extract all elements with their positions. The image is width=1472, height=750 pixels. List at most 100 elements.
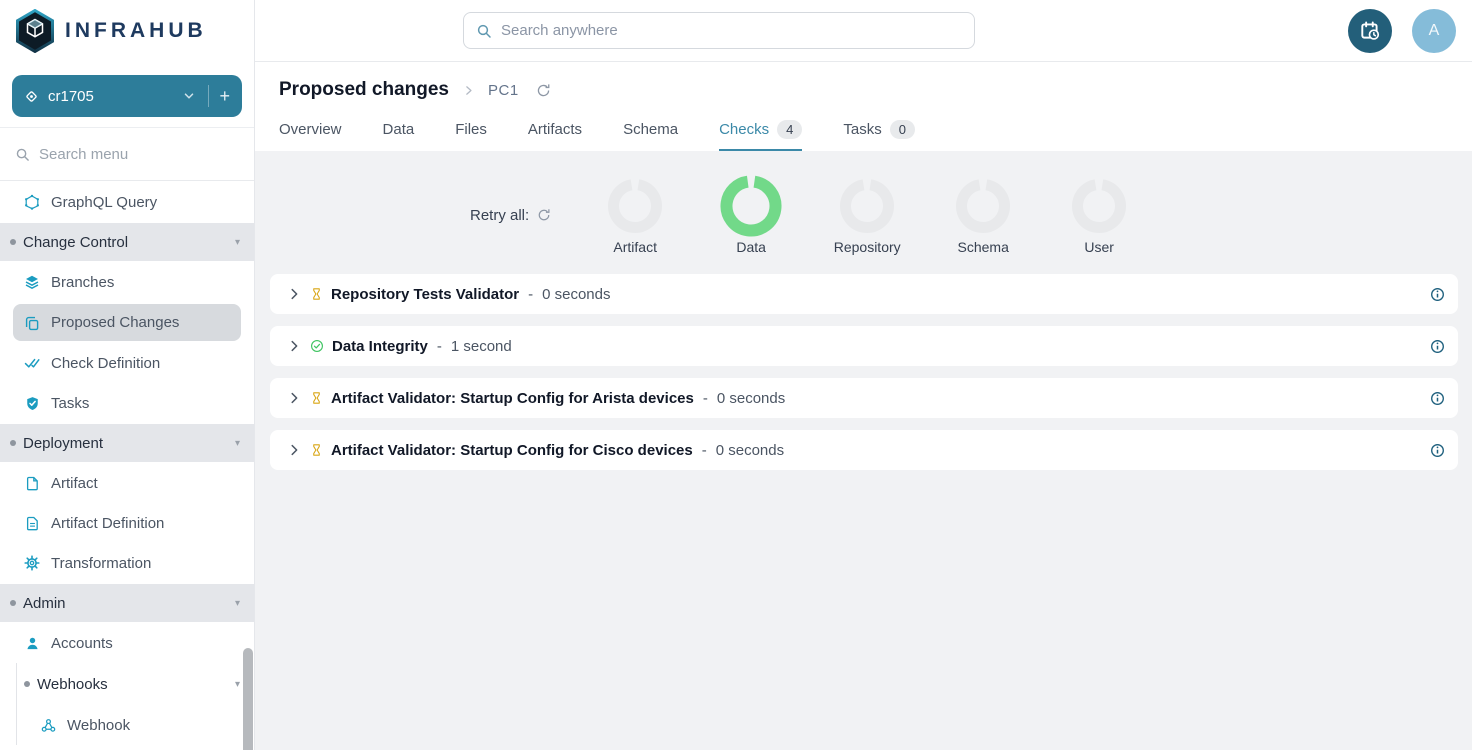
hourglass-icon: [310, 443, 323, 457]
tab-data[interactable]: Data: [383, 110, 415, 151]
ring-data[interactable]: Data: [693, 175, 809, 255]
sidebar-item-label: Transformation: [51, 555, 151, 572]
menu-search-input[interactable]: [39, 146, 219, 163]
brand-logo[interactable]: INFRAHUB: [0, 0, 254, 62]
sidebar-item-webhook[interactable]: Webhook: [17, 705, 254, 745]
progress-ring-icon: [604, 175, 666, 237]
branch-icon: [24, 89, 39, 104]
sidebar-subsection-webhooks[interactable]: Webhooks ▾: [17, 663, 254, 705]
caret-down-icon: ▾: [235, 438, 240, 449]
progress-ring-icon: [1068, 175, 1130, 237]
check-circle-icon: [310, 339, 324, 353]
tab-tasks[interactable]: Tasks 0: [843, 110, 915, 151]
validator-row-artifact-cisco[interactable]: Artifact Validator: Startup Config for C…: [270, 430, 1458, 470]
section-label: Deployment: [23, 435, 103, 452]
tab-schema[interactable]: Schema: [623, 110, 678, 151]
checks-panel: Retry all: Artifact: [255, 151, 1472, 750]
tasks-count-badge: 0: [890, 120, 915, 139]
breadcrumb-current: PC1: [488, 82, 519, 99]
validator-row-data-integrity[interactable]: Data Integrity - 1 second: [270, 326, 1458, 366]
progress-ring-icon: [836, 175, 898, 237]
caret-down-icon: ▾: [235, 679, 240, 690]
global-search-input[interactable]: [501, 22, 962, 39]
refresh-icon[interactable]: [536, 83, 551, 98]
global-search[interactable]: [463, 12, 975, 49]
sidebar-section-change-control[interactable]: Change Control ▾: [0, 223, 254, 261]
document-icon: [24, 476, 40, 491]
info-icon[interactable]: [1430, 391, 1445, 406]
document-lines-icon: [24, 516, 40, 531]
shield-check-icon: [24, 396, 40, 411]
sidebar-item-label: Branches: [51, 274, 114, 291]
retry-all-row: Retry all: Artifact: [270, 175, 1458, 255]
chevron-right-icon[interactable]: [287, 339, 301, 353]
section-bullet-icon: [10, 239, 16, 245]
sidebar-item-label: Artifact Definition: [51, 515, 164, 532]
retry-all: Retry all:: [470, 207, 551, 224]
branch-name: cr1705: [48, 88, 182, 105]
sidebar-item-graphql-query[interactable]: GraphQL Query: [0, 182, 254, 222]
tab-overview[interactable]: Overview: [279, 110, 342, 151]
sidebar-item-label: Webhook: [67, 717, 130, 734]
tab-checks[interactable]: Checks 4: [719, 110, 802, 151]
user-avatar[interactable]: A: [1412, 9, 1456, 53]
tab-files[interactable]: Files: [455, 110, 487, 151]
double-check-icon: [24, 355, 40, 371]
branch-selector[interactable]: cr1705 +: [12, 75, 242, 117]
chevron-right-icon[interactable]: [287, 443, 301, 457]
sidebar-item-tasks[interactable]: Tasks: [0, 383, 254, 423]
sidebar-scrollbar[interactable]: [243, 648, 253, 750]
breadcrumb: Proposed changes PC1: [255, 62, 1472, 101]
hourglass-icon: [310, 391, 323, 405]
infrahub-hexagon-logo-icon: [15, 9, 55, 53]
sidebar-section-admin[interactable]: Admin ▾: [0, 584, 254, 622]
ring-schema[interactable]: Schema: [925, 175, 1041, 255]
chevron-right-icon[interactable]: [287, 391, 301, 405]
ring-artifact[interactable]: Artifact: [577, 175, 693, 255]
graphql-icon: [24, 194, 40, 210]
ring-repository[interactable]: Repository: [809, 175, 925, 255]
validator-row-artifact-arista[interactable]: Artifact Validator: Startup Config for A…: [270, 378, 1458, 418]
chevron-down-icon[interactable]: [182, 89, 196, 103]
gear-icon: [24, 555, 40, 571]
tab-artifacts[interactable]: Artifacts: [528, 110, 582, 151]
page-title: Proposed changes: [279, 79, 449, 101]
sidebar-item-check-definition[interactable]: Check Definition: [0, 343, 254, 383]
info-icon[interactable]: [1430, 287, 1445, 302]
sidebar-item-transformation[interactable]: Transformation: [0, 543, 254, 583]
calendar-clock-icon: [1359, 20, 1381, 42]
schedule-button[interactable]: [1348, 9, 1392, 53]
progress-ring-icon: [952, 175, 1014, 237]
sidebar-item-artifact-definition[interactable]: Artifact Definition: [0, 503, 254, 543]
chevron-right-icon[interactable]: [287, 287, 301, 301]
tab-bar: Overview Data Files Artifacts Schema Che…: [255, 110, 1472, 151]
info-icon[interactable]: [1430, 443, 1445, 458]
ring-user[interactable]: User: [1041, 175, 1157, 255]
add-branch-button[interactable]: +: [219, 87, 230, 105]
section-bullet-icon: [10, 600, 16, 606]
search-icon: [476, 23, 492, 39]
section-label: Admin: [23, 595, 66, 612]
section-bullet-icon: [24, 681, 30, 687]
branches-icon: [24, 274, 40, 290]
validator-list: Repository Tests Validator - 0 seconds D…: [270, 274, 1458, 470]
sidebar-section-deployment[interactable]: Deployment ▾: [0, 424, 254, 462]
section-label: Webhooks: [37, 676, 108, 693]
validator-row-repository-tests[interactable]: Repository Tests Validator - 0 seconds: [270, 274, 1458, 314]
sidebar-item-accounts[interactable]: Accounts: [0, 623, 254, 663]
search-icon: [15, 147, 30, 162]
webhooks-subsection-group: Webhooks ▾ Webhook: [16, 663, 254, 745]
sidebar-item-label: Proposed Changes: [51, 314, 179, 331]
sidebar-item-artifact[interactable]: Artifact: [0, 463, 254, 503]
checks-count-badge: 4: [777, 120, 802, 139]
caret-down-icon: ▾: [235, 598, 240, 609]
retry-refresh-icon[interactable]: [537, 208, 551, 222]
info-icon[interactable]: [1430, 339, 1445, 354]
top-header: A: [255, 0, 1472, 62]
sidebar-item-branches[interactable]: Branches: [0, 262, 254, 302]
progress-ring-icon: [720, 175, 782, 237]
section-bullet-icon: [10, 440, 16, 446]
sidebar-item-proposed-changes[interactable]: Proposed Changes: [13, 304, 241, 341]
person-icon: [24, 636, 40, 651]
menu-search[interactable]: [0, 128, 254, 181]
